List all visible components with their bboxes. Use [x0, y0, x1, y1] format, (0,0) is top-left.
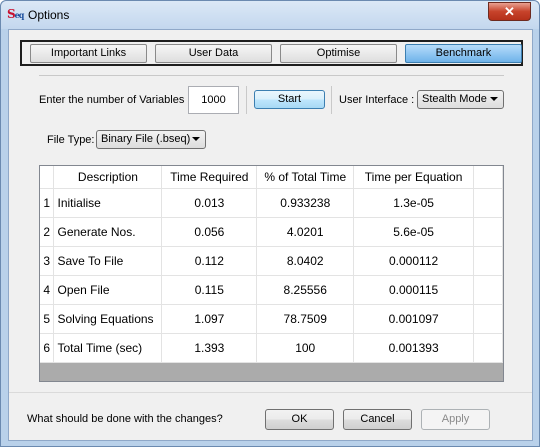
table-row[interactable]: 1 Initialise 0.013 0.933238 1.3e-05 — [40, 188, 503, 218]
title-bar[interactable]: Seq Options ✕ — [1, 1, 539, 29]
table-cell[interactable]: 1.097 — [161, 304, 258, 334]
table-cell[interactable]: 100 — [256, 333, 355, 363]
table-cell[interactable]: 8.25556 — [256, 275, 355, 305]
window-title: Options — [28, 8, 70, 22]
table-cell[interactable]: 4.0201 — [256, 217, 355, 247]
cancel-button[interactable]: Cancel — [343, 409, 412, 430]
variables-label: Enter the number of Variables : — [39, 94, 191, 106]
start-button[interactable]: Start — [254, 90, 325, 109]
table-row[interactable]: 2 Generate Nos. 0.056 4.0201 5.6e-05 — [40, 217, 503, 247]
user-interface-value: Stealth Mode — [422, 93, 487, 105]
tab-strip: Important Links User Data Optimise Bench… — [20, 40, 523, 66]
table-cell[interactable]: Initialise — [53, 188, 163, 218]
table-cell[interactable]: 1.393 — [161, 333, 258, 363]
row-number: 6 — [40, 333, 55, 363]
row-number: 5 — [40, 304, 55, 334]
tab-user-data[interactable]: User Data — [155, 44, 272, 63]
table-cell-filler — [473, 217, 503, 247]
table-row[interactable]: 5 Solving Equations 1.097 78.7509 0.0010… — [40, 304, 503, 334]
table-cell-filler — [473, 333, 503, 363]
table-cell[interactable]: 1.3e-05 — [353, 188, 475, 218]
close-icon[interactable]: ✕ — [488, 2, 531, 21]
variables-input[interactable]: 1000 — [188, 86, 239, 114]
column-header[interactable]: Time per Equation — [353, 166, 475, 189]
file-type-select[interactable]: Binary File (.bseq) — [96, 130, 206, 149]
table-cell[interactable]: 0.933238 — [256, 188, 355, 218]
table-cell[interactable]: Open File — [53, 275, 163, 305]
dialog-body: Important Links User Data Optimise Bench… — [8, 29, 533, 441]
table-header-row: Description Time Required % of Total Tim… — [40, 166, 503, 189]
column-header[interactable]: Time Required — [161, 166, 258, 189]
table-cell[interactable]: 0.056 — [161, 217, 258, 247]
table-cell[interactable]: 0.001097 — [353, 304, 475, 334]
table-cell[interactable]: Generate Nos. — [53, 217, 163, 247]
tab-benchmark[interactable]: Benchmark — [405, 44, 522, 63]
chevron-down-icon — [192, 137, 200, 141]
row-header-corner — [40, 166, 55, 189]
app-icon-letter: S — [7, 7, 16, 21]
table-cell[interactable]: 0.001393 — [353, 333, 475, 363]
row-number: 2 — [40, 217, 55, 247]
table-cell[interactable]: Total Time (sec) — [53, 333, 163, 363]
row-number: 4 — [40, 275, 55, 305]
table-row[interactable]: 6 Total Time (sec) 1.393 100 0.001393 — [40, 333, 503, 363]
table-cell[interactable]: 0.013 — [161, 188, 258, 218]
table-cell[interactable]: 5.6e-05 — [353, 217, 475, 247]
table-cell[interactable]: 0.115 — [161, 275, 258, 305]
table-cell[interactable]: 0.000115 — [353, 275, 475, 305]
user-interface-select[interactable]: Stealth Mode — [417, 90, 504, 109]
user-interface-label: User Interface : — [339, 94, 415, 106]
ok-button[interactable]: OK — [265, 409, 334, 430]
row-number: 1 — [40, 188, 55, 218]
separator — [331, 86, 332, 114]
panel-divider — [39, 75, 504, 76]
table-cell[interactable]: 0.000112 — [353, 246, 475, 276]
app-icon-subscript: eq — [14, 10, 25, 20]
file-type-value: Binary File (.bseq) — [101, 133, 191, 145]
table-cell[interactable]: 8.0402 — [256, 246, 355, 276]
column-header-filler — [473, 166, 503, 189]
column-header[interactable]: % of Total Time — [256, 166, 355, 189]
app-icon: Seq — [7, 7, 25, 21]
table-row[interactable]: 4 Open File 0.115 8.25556 0.000115 — [40, 275, 503, 305]
file-type-label: File Type: — [47, 134, 95, 146]
tab-important-links[interactable]: Important Links — [30, 44, 147, 63]
footer-divider — [9, 392, 532, 393]
tab-optimise[interactable]: Optimise — [280, 44, 397, 63]
benchmark-table: Description Time Required % of Total Tim… — [39, 165, 504, 382]
table-cell[interactable]: 78.7509 — [256, 304, 355, 334]
separator — [246, 86, 247, 114]
apply-button[interactable]: Apply — [421, 409, 490, 430]
table-cell-filler — [473, 246, 503, 276]
changes-question: What should be done with the changes? — [27, 413, 223, 425]
chevron-down-icon — [490, 97, 498, 101]
table-cell-filler — [473, 304, 503, 334]
row-number: 3 — [40, 246, 55, 276]
column-header[interactable]: Description — [53, 166, 163, 189]
table-cell[interactable]: Save To File — [53, 246, 163, 276]
table-cell-filler — [473, 275, 503, 305]
table-cell-filler — [473, 188, 503, 218]
table-cell[interactable]: 0.112 — [161, 246, 258, 276]
table-cell[interactable]: Solving Equations — [53, 304, 163, 334]
options-window: Seq Options ✕ Important Links User Data … — [0, 0, 540, 447]
table-row[interactable]: 3 Save To File 0.112 8.0402 0.000112 — [40, 246, 503, 276]
